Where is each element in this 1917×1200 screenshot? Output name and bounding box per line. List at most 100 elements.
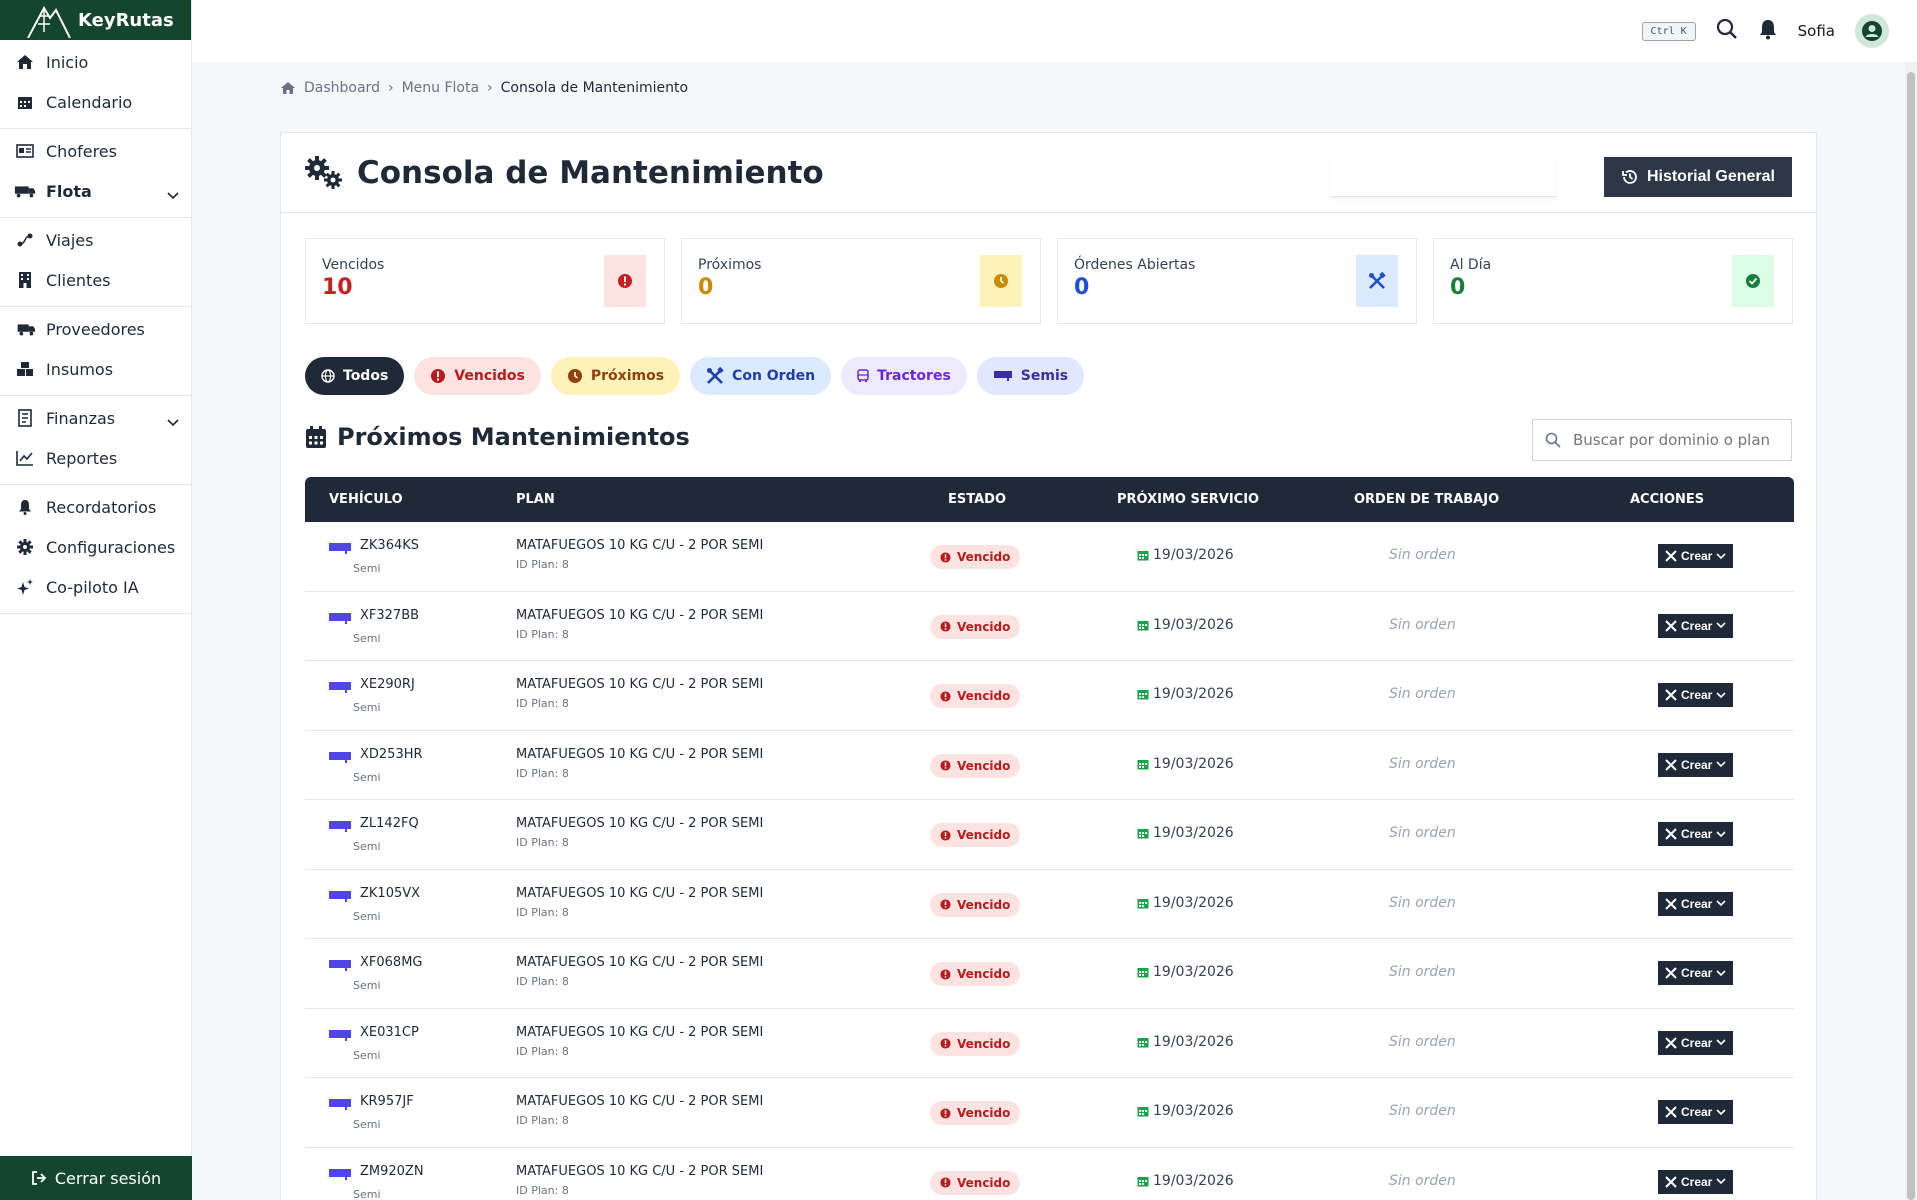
vehicle-plate[interactable]: KR957JF	[360, 1094, 414, 1109]
table-row[interactable]: ZM920ZN Semi MATAFUEGOS 10 KG C/U - 2 POR …	[305, 1148, 1794, 1200]
plan-id: ID Plan: 8	[516, 1114, 569, 1127]
stats-row: Vencidos 10 Próximos 0 Órdenes Abiertas 0 Al D…	[305, 238, 1793, 324]
column-header-orden-trabajo[interactable]: ORDEN DE TRABAJO	[1354, 492, 1499, 507]
vehicle-plate[interactable]: XD253HR	[360, 747, 423, 762]
header-blank-field[interactable]	[1331, 155, 1556, 197]
sidebar-item-clientes[interactable]: Clientes	[0, 260, 191, 300]
vehicle-plate[interactable]: XF068MG	[360, 955, 423, 970]
status-label: Vencido	[957, 1175, 1011, 1190]
table-row[interactable]: ZK364KS Semi MATAFUEGOS 10 KG C/U - 2 POR …	[305, 522, 1794, 592]
filter-chip-tractores[interactable]: Tractores	[841, 357, 967, 395]
table-row[interactable]: ZL142FQ Semi MATAFUEGOS 10 KG C/U - 2 POR …	[305, 800, 1794, 870]
sidebar-item-calendario[interactable]: Calendario	[0, 82, 191, 122]
sidebar-item-proveedores[interactable]: Proveedores	[0, 309, 191, 349]
crear-dropdown-button[interactable]: Crear	[1658, 961, 1734, 985]
table-row[interactable]: XD253HR Semi MATAFUEGOS 10 KG C/U - 2 POR …	[305, 731, 1794, 800]
table-row[interactable]: XE031CP Semi MATAFUEGOS 10 KG C/U - 2 POR …	[305, 1009, 1794, 1078]
crear-dropdown-button[interactable]: Crear	[1658, 1030, 1734, 1055]
crear-dropdown-button[interactable]: Crear	[1658, 1100, 1734, 1124]
sidebar-item-co-piloto-ia[interactable]: Co-piloto IA	[0, 567, 191, 607]
crear-dropdown-button[interactable]: Crear	[1658, 752, 1734, 777]
search-icon[interactable]	[1716, 18, 1738, 44]
vehicle-plate[interactable]: XF327BB	[360, 608, 419, 623]
table-row[interactable]: XE290RJ Semi MATAFUEGOS 10 KG C/U - 2 POR …	[305, 661, 1794, 731]
logout-button[interactable]: Cerrar sesión	[0, 1156, 192, 1200]
vehicle-plate[interactable]: ZL142FQ	[360, 816, 419, 831]
table-row[interactable]: XF327BB Semi MATAFUEGOS 10 KG C/U - 2 POR …	[305, 592, 1794, 661]
status-badge: Vencido	[930, 892, 1021, 917]
sidebar-item-finanzas[interactable]: Finanzas	[0, 398, 191, 438]
bell-icon	[14, 497, 36, 517]
vehicle-plate[interactable]: ZK364KS	[360, 538, 419, 553]
sidebar-item-reportes[interactable]: Reportes	[0, 438, 191, 478]
vehicle-plate[interactable]: ZM920ZN	[360, 1164, 424, 1179]
page-scrollbar[interactable]	[1905, 62, 1917, 1200]
crear-dropdown-button[interactable]: Crear	[1658, 891, 1734, 916]
sidebar-item-configuraciones[interactable]: Configuraciones	[0, 527, 191, 567]
historial-general-button[interactable]: Historial General	[1603, 157, 1792, 197]
exclamation-circle-icon	[940, 968, 951, 980]
stat-value: 0	[698, 275, 714, 300]
status-label: Vencido	[957, 689, 1011, 703]
date-value: 19/03/2026	[1153, 755, 1234, 772]
trailer-icon	[329, 679, 351, 698]
crear-dropdown-button[interactable]: Crear	[1658, 544, 1734, 568]
user-name[interactable]: Sofia	[1798, 22, 1835, 40]
brand-logo[interactable]: KeyRutas	[0, 0, 191, 40]
filter-chip-con-orden[interactable]: Con Orden	[690, 357, 832, 395]
sidebar-item-label: Flota	[46, 181, 92, 201]
chevron-down-icon	[1716, 900, 1726, 907]
table-row[interactable]: KR957JF Semi MATAFUEGOS 10 KG C/U - 2 POR …	[305, 1078, 1794, 1148]
sidebar-item-viajes[interactable]: Viajes	[0, 220, 191, 260]
trailer-icon	[329, 1096, 351, 1115]
bell-icon[interactable]	[1758, 18, 1778, 44]
filter-chip-todos[interactable]: Todos	[305, 357, 405, 395]
column-header-vehiculo[interactable]: VEHÍCULO	[329, 492, 403, 507]
vehicle-plate[interactable]: XE290RJ	[360, 677, 415, 692]
table-row[interactable]: XF068MG Semi MATAFUEGOS 10 KG C/U - 2 POR …	[305, 939, 1794, 1009]
breadcrumb-dashboard[interactable]: Dashboard	[304, 80, 380, 96]
filter-chip-semis[interactable]: Semis	[976, 357, 1085, 395]
stat-card-ordenes-abiertas[interactable]: Órdenes Abiertas 0	[1057, 238, 1417, 324]
status-label: Vencido	[957, 619, 1011, 634]
clock-icon	[980, 255, 1022, 307]
sidebar-item-choferes[interactable]: Choferes	[0, 131, 191, 171]
crear-dropdown-button[interactable]: Crear	[1658, 1169, 1734, 1194]
maintenance-console-card: Consola de Mantenimiento Historial Gener…	[280, 132, 1817, 1200]
crear-dropdown-button[interactable]: Crear	[1658, 683, 1734, 707]
table-row[interactable]: ZK105VX Semi MATAFUEGOS 10 KG C/U - 2 POR …	[305, 870, 1794, 939]
sidebar-item-recordatorios[interactable]: Recordatorios	[0, 487, 191, 527]
crear-label: Crear	[1681, 1105, 1713, 1119]
sidebar-item-flota[interactable]: Flota	[0, 171, 191, 211]
exclamation-circle-icon	[940, 1177, 951, 1188]
table-search-box	[1532, 419, 1792, 461]
crear-dropdown-button[interactable]: Crear	[1658, 613, 1734, 638]
crear-dropdown-button[interactable]: Crear	[1658, 822, 1734, 846]
column-header-proximo-servicio[interactable]: PRÓXIMO SERVICIO	[1117, 492, 1259, 507]
sidebar-item-inicio[interactable]: Inicio	[0, 42, 191, 82]
scrollbar-thumb[interactable]	[1907, 72, 1915, 1200]
date-value: 19/03/2026	[1153, 686, 1234, 702]
search-input[interactable]	[1573, 431, 1773, 449]
avatar[interactable]	[1855, 14, 1889, 48]
filter-chip-proximos[interactable]: Próximos	[550, 357, 681, 395]
sidebar-item-insumos[interactable]: Insumos	[0, 349, 191, 389]
chevron-down-icon	[1716, 969, 1726, 976]
next-service-date: 19/03/2026	[1137, 895, 1234, 911]
stat-value: 0	[1450, 275, 1466, 300]
column-header-estado[interactable]: ESTADO	[948, 492, 1006, 507]
stat-card-vencidos[interactable]: Vencidos 10	[305, 238, 665, 324]
column-header-plan[interactable]: PLAN	[516, 492, 555, 507]
chevron-down-icon[interactable]	[167, 185, 179, 204]
stat-card-proximos[interactable]: Próximos 0	[681, 238, 1041, 324]
chevron-down-icon[interactable]	[167, 412, 179, 431]
filter-chip-vencidos[interactable]: Vencidos	[414, 357, 541, 395]
vehicle-type: Semi	[353, 1187, 381, 1200]
filter-chip-label: Tractores	[877, 368, 951, 384]
column-header-acciones: ACCIONES	[1630, 492, 1705, 507]
breadcrumb-menu-flota[interactable]: Menu Flota	[402, 80, 479, 96]
boxes-icon	[14, 359, 36, 379]
stat-card-al-dia[interactable]: Al Día 0	[1433, 238, 1793, 324]
vehicle-plate[interactable]: XE031CP	[360, 1025, 419, 1040]
vehicle-plate[interactable]: ZK105VX	[360, 886, 420, 901]
